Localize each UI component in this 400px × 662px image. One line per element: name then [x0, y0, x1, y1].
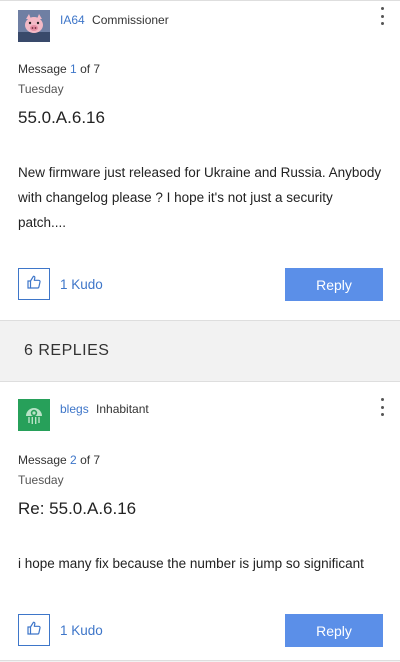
- message-subject: 55.0.A.6.16: [18, 108, 105, 127]
- message-header: blegs Inhabitant: [18, 399, 149, 431]
- message-total: of 7: [80, 453, 101, 467]
- author-rank: Inhabitant: [96, 402, 149, 416]
- kudo-button[interactable]: [18, 268, 50, 300]
- message-link[interactable]: 2: [70, 453, 77, 467]
- message-link[interactable]: 1: [70, 62, 77, 76]
- reply-button[interactable]: Reply: [285, 614, 383, 647]
- avatar[interactable]: [18, 399, 50, 431]
- author-name[interactable]: blegs: [60, 402, 89, 416]
- message-body: i hope many fix because the number is ju…: [18, 556, 364, 571]
- message-card: blegs Inhabitant Message 2 of 7 Tuesday …: [0, 381, 400, 661]
- message-number: Message 2 of 7: [18, 453, 100, 467]
- more-options-icon[interactable]: [378, 398, 386, 416]
- message-number: Message 1 of 7: [18, 62, 100, 76]
- author-line: IA64 Commissioner: [60, 13, 169, 27]
- author-name[interactable]: IA64: [60, 13, 85, 27]
- message-header: IA64 Commissioner: [18, 10, 169, 42]
- post-date: Tuesday: [18, 82, 64, 96]
- thumbs-up-icon: [26, 274, 42, 295]
- author-line: blegs Inhabitant: [60, 402, 149, 416]
- author-rank: Commissioner: [92, 13, 169, 27]
- message-total: of 7: [80, 62, 101, 76]
- thumbs-up-icon: [26, 620, 42, 641]
- kudo-count[interactable]: 1 Kudo: [60, 277, 103, 292]
- message-card: IA64 Commissioner Message 1 of 7 Tuesday…: [0, 0, 400, 321]
- post-date: Tuesday: [18, 473, 64, 487]
- kudo-count[interactable]: 1 Kudo: [60, 623, 103, 638]
- more-options-icon[interactable]: [378, 7, 386, 25]
- message-prefix: Message: [18, 453, 67, 467]
- kudo-button[interactable]: [18, 614, 50, 646]
- message-subject: Re: 55.0.A.6.16: [18, 499, 137, 518]
- reply-button[interactable]: Reply: [285, 268, 383, 301]
- replies-count-header: 6 REPLIES: [24, 342, 110, 359]
- avatar[interactable]: [18, 10, 50, 42]
- message-body: New firmware just released for Ukraine a…: [18, 165, 382, 230]
- message-prefix: Message: [18, 62, 67, 76]
